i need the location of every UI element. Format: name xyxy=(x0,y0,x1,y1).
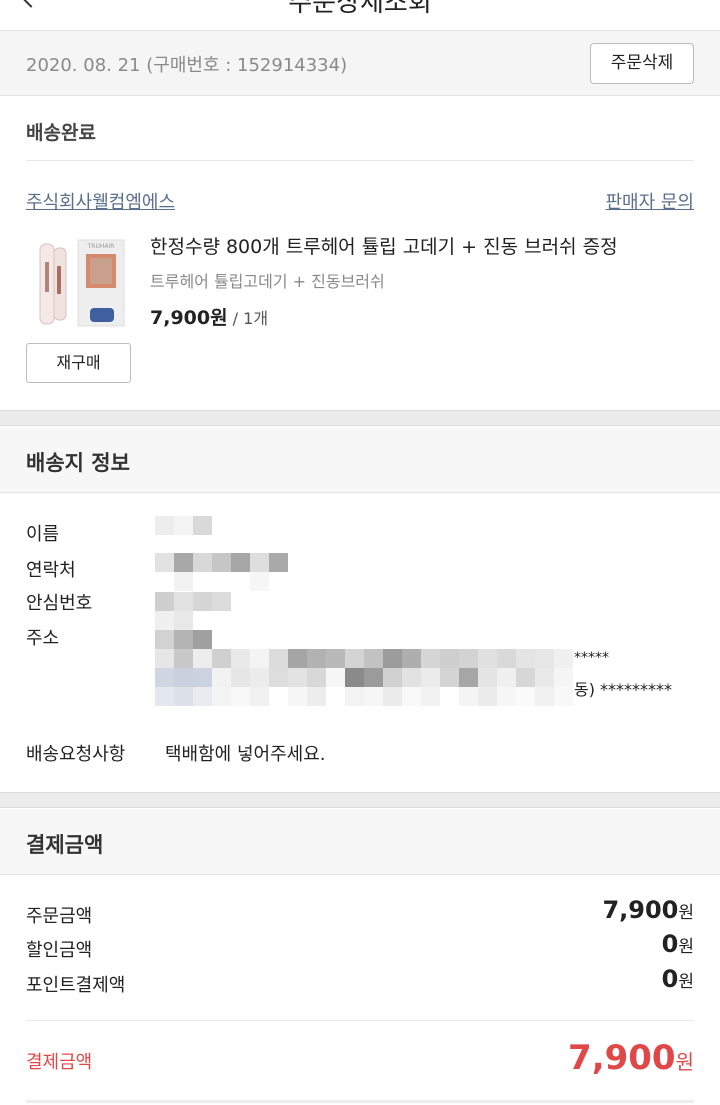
top-bar: 주문상세조회 xyxy=(0,0,720,30)
masked-safe-number xyxy=(155,592,231,611)
address-mask-line-2: 동) ********* xyxy=(574,680,673,699)
masked-name xyxy=(155,516,212,535)
total-payment-label: 결제금액 xyxy=(26,1052,93,1073)
order-info-bar: 2020. 08. 21 (구매번호 : 152914334) 주문삭제 xyxy=(0,30,720,96)
order-number: (구매번호 : 152914334) xyxy=(146,55,348,76)
product-quantity: / 1개 xyxy=(227,309,269,328)
divider xyxy=(26,160,694,161)
address-mask-line-1: ***** xyxy=(574,650,609,666)
masked-address xyxy=(155,611,573,706)
address-label: 주소 xyxy=(26,628,60,649)
payment-section-header: 결제금액 xyxy=(0,809,720,875)
contact-label: 연락처 xyxy=(26,560,76,581)
point-payment-label: 포인트결제액 xyxy=(26,975,126,996)
delete-order-button[interactable]: 주문삭제 xyxy=(590,43,694,84)
product-price-line: 7,900원 / 1개 xyxy=(150,303,268,330)
order-amount-value: 7,900원 xyxy=(602,896,694,924)
product-thumbnail[interactable]: TRUHAIR xyxy=(30,232,130,332)
product-name[interactable]: 한정수량 800개 트루헤어 튤립 고데기 + 진동 브러쉬 증정 xyxy=(150,232,618,259)
order-date: 2020. 08. 21 xyxy=(26,55,141,76)
rebuy-button[interactable]: 재구매 xyxy=(26,343,131,383)
delivery-status: 배송완료 xyxy=(26,122,96,144)
payment-section-title: 결제금액 xyxy=(26,833,104,857)
total-payment-value: 7,900원 xyxy=(568,1038,694,1078)
product-price: 7,900 xyxy=(150,307,211,329)
masked-contact xyxy=(155,553,288,591)
price-unit: 원 xyxy=(210,307,228,329)
section-gap xyxy=(0,410,720,426)
seller-name-link[interactable]: 주식회사웰컴엠에스 xyxy=(26,188,175,214)
discount-amount-value: 0원 xyxy=(661,930,694,958)
delivery-request-label: 배송요청사항 xyxy=(26,744,126,765)
divider xyxy=(26,1020,694,1021)
product-option: 트루헤어 튤립고데기 + 진동브러쉬 xyxy=(150,272,385,291)
section-gap xyxy=(0,792,720,808)
page-title: 주문상세조회 xyxy=(288,0,432,18)
seller-inquiry-link[interactable]: 판매자 문의 xyxy=(605,188,694,214)
shipping-section-header: 배송지 정보 xyxy=(0,427,720,493)
delivery-request-value: 택배함에 넣어주세요. xyxy=(165,744,326,765)
point-payment-value: 0원 xyxy=(661,965,694,993)
divider xyxy=(26,1100,694,1103)
safe-number-label: 안심번호 xyxy=(26,593,93,614)
discount-amount-label: 할인금액 xyxy=(26,940,93,961)
name-label: 이름 xyxy=(26,524,60,545)
order-amount-label: 주문금액 xyxy=(26,906,93,927)
thumb-brand: TRUHAIR xyxy=(87,243,115,250)
order-meta: 2020. 08. 21 (구매번호 : 152914334) xyxy=(26,51,347,77)
shipping-section-title: 배송지 정보 xyxy=(26,451,130,475)
